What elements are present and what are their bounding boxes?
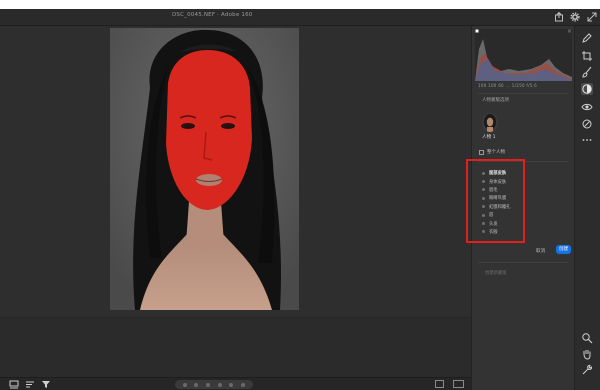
gear-icon[interactable] <box>570 12 580 22</box>
masking-panel: 100 100 60 ... 1/250 f/5.6 人物蒙版选项 人物 1 整… <box>466 26 574 390</box>
filmstrip-icon[interactable] <box>9 380 19 390</box>
brush-icon[interactable] <box>581 66 593 78</box>
window-title: DSC_0045.NEF · Adobe 160 <box>172 12 253 18</box>
edit-icon[interactable] <box>581 32 593 44</box>
filter-icon[interactable] <box>41 380 51 390</box>
bottom-toolbar <box>0 377 471 390</box>
divider <box>478 262 568 263</box>
expand-icon[interactable] <box>587 12 597 22</box>
sort-icon[interactable] <box>25 380 35 390</box>
create-button[interactable]: 创建 <box>556 245 571 254</box>
rating-dot[interactable] <box>194 382 199 387</box>
cancel-button[interactable]: 取消 <box>536 248 545 254</box>
editor-window: DSC_0045.NEF · Adobe 160 100 100 60 ... … <box>0 9 600 390</box>
compare-view-icon[interactable] <box>453 380 464 388</box>
histogram <box>475 29 572 81</box>
mask-icon[interactable] <box>581 83 593 95</box>
filmstrip-area <box>0 317 471 377</box>
rating-dot[interactable] <box>241 382 246 387</box>
person-label: 人物 1 <box>482 135 496 140</box>
eye-icon[interactable] <box>581 101 593 113</box>
select-all-label: 整个人物 <box>487 150 505 155</box>
export-icon[interactable] <box>554 11 564 22</box>
portrait-photo[interactable] <box>110 28 299 310</box>
annotation-highlight-box <box>466 159 525 243</box>
rating-strip[interactable] <box>175 380 253 389</box>
more-icon[interactable] <box>581 134 593 146</box>
rating-dot[interactable] <box>206 382 211 387</box>
avatar[interactable] <box>482 113 498 132</box>
rating-dot[interactable] <box>182 382 187 387</box>
divider <box>478 93 568 94</box>
crop-icon[interactable] <box>581 50 593 62</box>
zoom-icon[interactable] <box>581 332 593 344</box>
checkbox[interactable] <box>479 149 484 155</box>
image-canvas[interactable] <box>0 26 471 377</box>
single-view-icon[interactable] <box>435 380 444 388</box>
rating-dot[interactable] <box>217 382 222 387</box>
histogram-readout: 100 100 60 ... 1/250 f/5.6 <box>478 83 537 88</box>
section-title: 人物蒙版选项 <box>482 98 509 103</box>
tool-rail <box>574 26 600 390</box>
select-whole-person[interactable]: 整个人物 <box>479 149 505 155</box>
hand-icon[interactable] <box>581 348 593 360</box>
new-mask-hint[interactable]: 创建新蒙版 <box>485 270 506 276</box>
presets-icon[interactable] <box>581 118 593 130</box>
rating-dot[interactable] <box>229 382 234 387</box>
settings-icon[interactable] <box>581 364 593 376</box>
portrait-image <box>110 28 299 310</box>
title-bar: DSC_0045.NEF · Adobe 160 <box>0 9 600 26</box>
